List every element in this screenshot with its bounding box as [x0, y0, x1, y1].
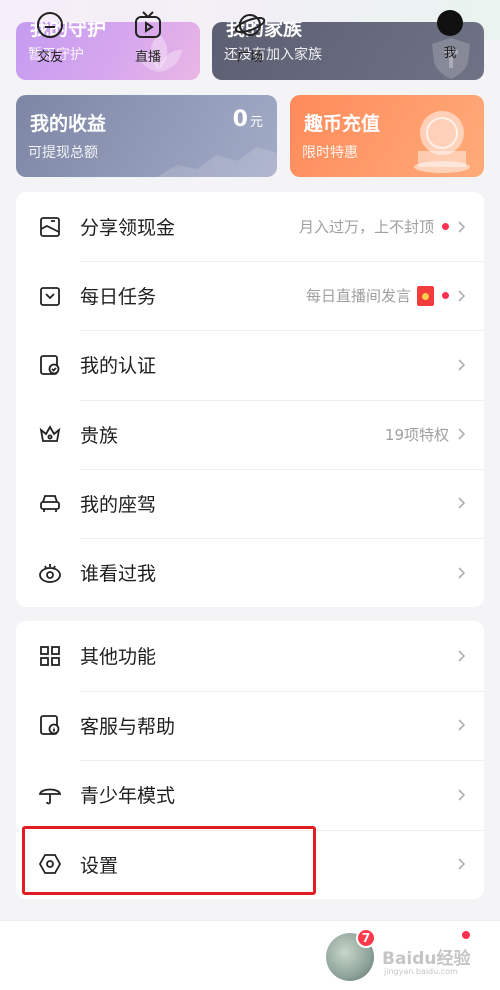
chevron-right-icon — [458, 789, 466, 801]
menu-label: 青少年模式 — [80, 785, 176, 808]
tab-label: 广场 — [236, 50, 263, 65]
menu-item-share-cash[interactable]: 分享领现金 月入过万，上不封顶 — [16, 192, 484, 261]
chevron-right-icon — [458, 650, 466, 662]
earnings-amount: 0元 — [232, 107, 263, 132]
red-dot — [462, 931, 470, 939]
umbrella-icon — [36, 781, 64, 809]
tab-label: 交友 — [36, 50, 63, 65]
tab-label: 直播 — [134, 50, 161, 65]
recharge-subtitle: 限时特惠 — [302, 145, 358, 161]
red-dot — [442, 292, 449, 300]
settings-highlight-box — [22, 826, 316, 895]
live-tv-icon — [135, 11, 161, 38]
menu-item-visitors[interactable]: 谁看过我 — [16, 537, 484, 607]
notification-badge: 7 — [356, 928, 376, 948]
earnings-title: 我的收益 — [30, 113, 107, 135]
menu-item-other-features[interactable]: 其他功能 — [16, 621, 484, 691]
coin-icon — [414, 111, 470, 173]
eye-icon — [36, 559, 64, 587]
earnings-subtitle: 可提现总额 — [28, 145, 98, 161]
chevron-right-icon — [458, 428, 466, 440]
chart-decoration-icon — [157, 147, 277, 177]
chevron-right-icon — [458, 858, 466, 870]
red-packet-icon — [417, 285, 434, 306]
menu-label: 谁看过我 — [80, 563, 157, 586]
car-icon — [36, 489, 64, 517]
menu-label: 客服与帮助 — [80, 715, 176, 738]
menu-label: 我的座驾 — [80, 493, 157, 516]
menu-hint: 19项特权 — [385, 400, 466, 469]
menu-label: 分享领现金 — [80, 217, 176, 240]
chevron-right-icon — [458, 497, 466, 509]
user-avatar-icon — [437, 10, 463, 36]
menu-item-my-car[interactable]: 我的座驾 — [16, 468, 484, 538]
chevron-right-icon — [458, 359, 466, 371]
menu-item-nobility[interactable]: 贵族 19项特权 — [16, 399, 484, 469]
tab-label: 我 — [443, 46, 457, 61]
recharge-card[interactable]: 趣币充值 限时特惠 — [290, 95, 484, 177]
watermark: Baidu经验 — [382, 949, 471, 969]
help-icon — [36, 711, 64, 739]
verify-icon — [36, 351, 64, 379]
menu-item-daily-task[interactable]: 每日任务 每日直播间发言 — [16, 261, 484, 330]
watermark-url: jingyan.baidu.com — [384, 967, 458, 976]
menu-hint: 每日直播间发言 — [306, 261, 466, 330]
tab-me[interactable]: 我 — [420, 10, 480, 61]
recharge-title: 趣币充值 — [304, 113, 381, 135]
tab-live[interactable]: 直播 — [118, 10, 178, 65]
earnings-card[interactable]: 我的收益 可提现总额 0元 — [16, 95, 277, 177]
menu-label: 每日任务 — [80, 286, 157, 309]
menu-label: 贵族 — [80, 424, 119, 447]
planet-icon — [234, 14, 266, 36]
menu-group-primary: 分享领现金 月入过万，上不封顶 每日任务 每日直播间发言 我的认证 贵族 19项… — [16, 192, 484, 607]
friends-icon — [37, 12, 63, 38]
menu-item-support[interactable]: 客服与帮助 — [16, 690, 484, 761]
menu-item-teen-mode[interactable]: 青少年模式 — [16, 760, 484, 830]
chevron-right-icon — [458, 221, 466, 233]
grid-icon — [36, 642, 64, 670]
menu-hint: 月入过万，上不封顶 — [299, 192, 466, 261]
menu-item-verification[interactable]: 我的认证 — [16, 330, 484, 399]
share-cash-icon — [36, 213, 64, 241]
red-dot — [442, 223, 449, 231]
chevron-right-icon — [458, 290, 466, 302]
daily-task-icon — [36, 282, 64, 310]
tab-friends[interactable]: 交友 — [20, 10, 80, 65]
menu-label: 其他功能 — [80, 646, 157, 669]
crown-icon — [36, 420, 64, 448]
tab-square[interactable]: 广场 — [220, 10, 280, 65]
chevron-right-icon — [458, 719, 466, 731]
chevron-right-icon — [458, 566, 466, 579]
menu-label: 我的认证 — [80, 355, 157, 378]
